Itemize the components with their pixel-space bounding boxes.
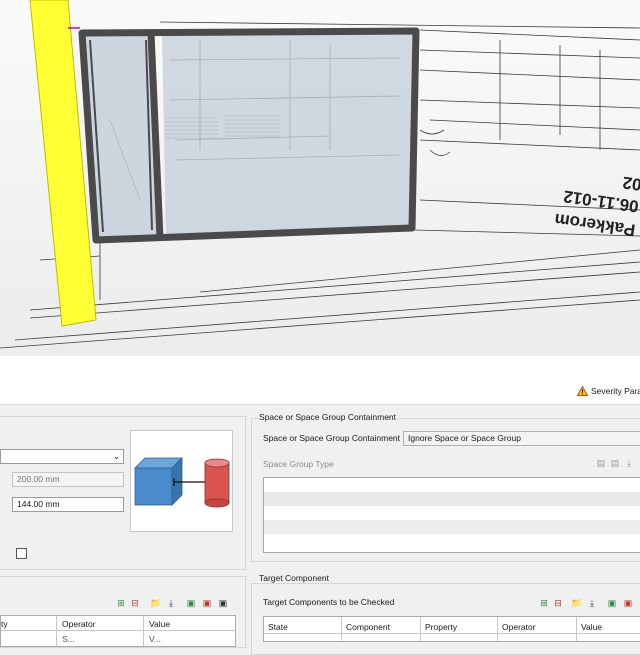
target-toolbar: ⊞ ⊟ 📁 ⤓ ▣ ▣ <box>539 598 640 610</box>
download-icon[interactable]: ⤓ <box>587 598 597 608</box>
rule-header-bar: Severity Para <box>0 378 640 405</box>
col-header-component[interactable]: Component <box>346 622 390 632</box>
add-set-icon[interactable]: ▣ <box>607 598 617 608</box>
table-cell[interactable]: V... <box>149 634 161 644</box>
remove-row-icon[interactable]: ⊟ <box>130 598 140 608</box>
containment-group-title: Space or Space Group Containment <box>258 412 398 422</box>
warning-icon <box>576 385 589 396</box>
col-header-operator[interactable]: Operator <box>62 619 96 629</box>
remove-set-icon[interactable]: ▣ <box>202 598 212 608</box>
remove-set-icon[interactable]: ▣ <box>623 598 633 608</box>
col-header-operator[interactable]: Operator <box>502 622 536 632</box>
left-toolbar: ⊞ ⊟ 📁 ⤓ ▣ ▣ ▣ <box>116 598 234 610</box>
model-view-svg: Pakkerom 06.11-012 02 <box>0 0 640 356</box>
add-set-icon[interactable]: ▣ <box>186 598 196 608</box>
model-room-floor: 02 <box>621 173 640 194</box>
download-disabled-icon: ⤓ <box>627 458 631 468</box>
containment-label: Space or Space Group Containment <box>263 433 401 443</box>
add-component-icon[interactable]: ⊞ <box>539 598 549 608</box>
panel-splitter[interactable] <box>0 356 640 379</box>
copy-set-icon[interactable]: ▣ <box>218 598 228 608</box>
space-group-type-label: Space Group Type <box>263 459 334 469</box>
table-cell[interactable]: S... <box>62 634 75 644</box>
col-header-property[interactable]: ty <box>1 619 8 629</box>
open-folder-icon[interactable]: 📁 <box>571 598 582 608</box>
target-components-table: State Component Property Operator Value <box>263 616 640 642</box>
remove-component-icon[interactable]: ⊟ <box>553 598 563 608</box>
option-checkbox[interactable] <box>16 548 27 559</box>
chevron-down-icon: ⌄ <box>113 452 120 461</box>
add-disabled-icon: ▤ <box>596 458 606 468</box>
relation-preview <box>130 430 233 532</box>
open-folder-icon[interactable]: 📁 <box>150 598 161 608</box>
distance-field-1[interactable]: 200.00 mm <box>12 472 124 487</box>
col-header-property[interactable]: Property <box>425 622 457 632</box>
containment-select[interactable]: Ignore Space or Space Group <box>403 431 640 446</box>
add-row-icon[interactable]: ⊞ <box>116 598 126 608</box>
space-group-list[interactable] <box>263 477 640 553</box>
target-component-title: Target Component <box>258 573 330 583</box>
model-viewport[interactable]: Pakkerom 06.11-012 02 <box>0 0 640 356</box>
left-rules-table: ty Operator Value S... V... <box>0 615 236 647</box>
target-components-label: Target Components to be Checked <box>263 597 395 607</box>
col-header-value[interactable]: Value <box>149 619 170 629</box>
col-header-state[interactable]: State <box>268 622 288 632</box>
component-cylinder-icon <box>204 458 230 508</box>
distance-field-2[interactable]: 144.00 mm <box>12 497 124 512</box>
download-icon[interactable]: ⤓ <box>166 598 176 608</box>
severity-parameters-label[interactable]: Severity Para <box>591 386 640 396</box>
type-dropdown[interactable]: ⌄ <box>0 449 124 464</box>
remove-disabled-icon: ▤ <box>610 458 620 468</box>
space-group-toolbar: ▤ ▤ ⤓ <box>596 458 640 470</box>
col-header-value[interactable]: Value <box>581 622 602 632</box>
